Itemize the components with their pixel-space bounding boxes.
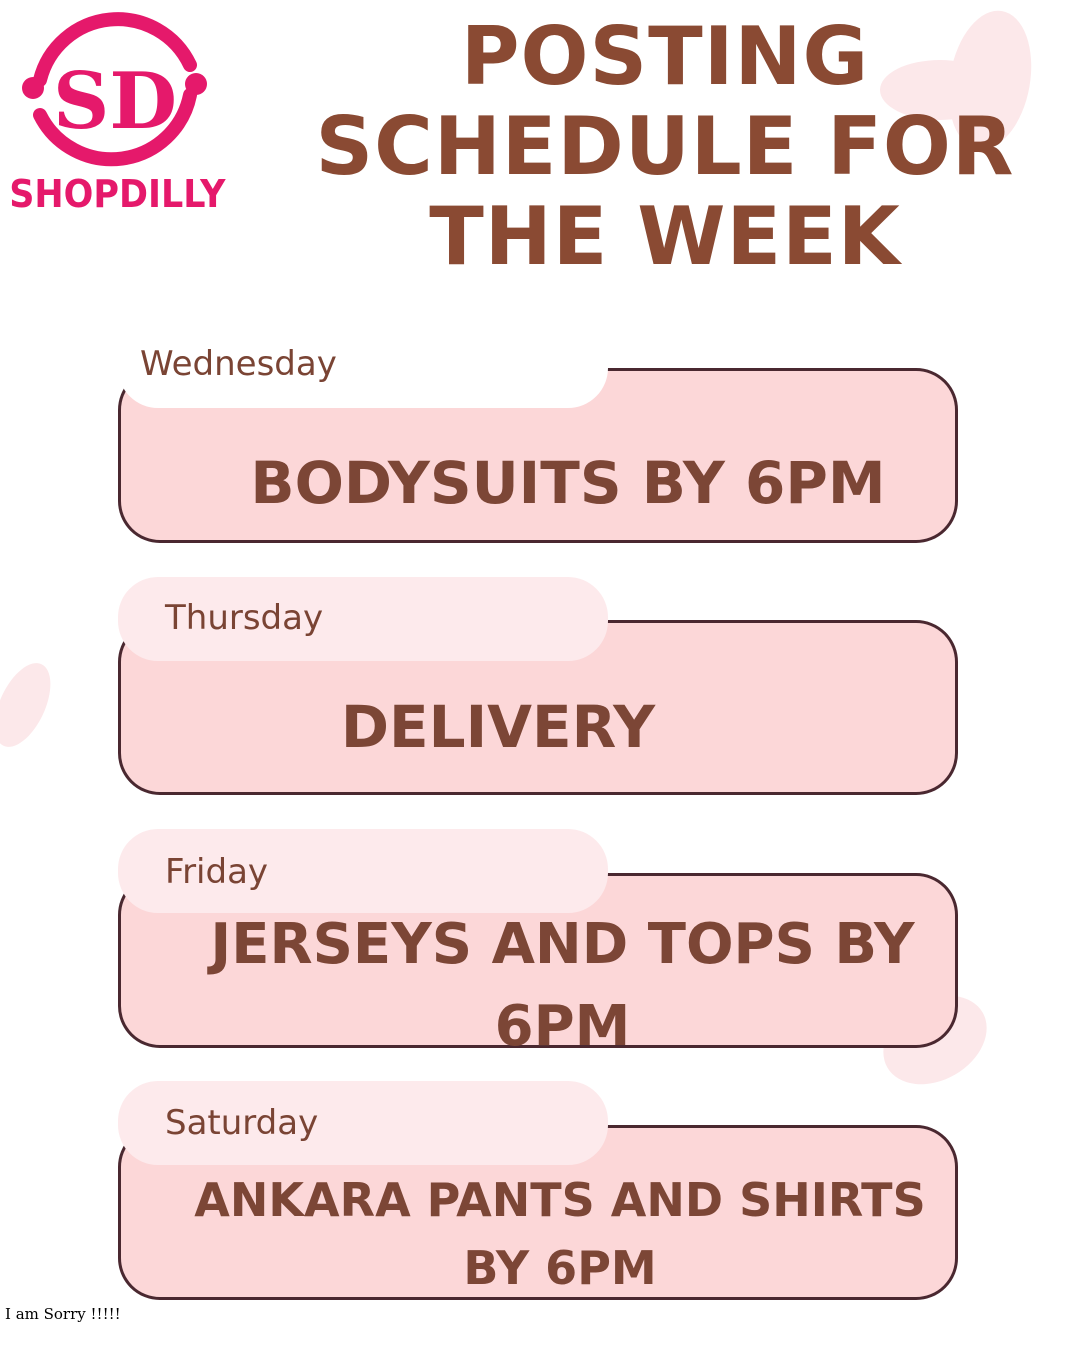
- heart-decoration: [0, 654, 62, 756]
- task-text: DELIVERY: [340, 693, 656, 761]
- brand-name: SHOPDILLY: [9, 172, 226, 216]
- day-label: Thursday: [165, 598, 324, 638]
- title-line: SCHEDULE FOR: [315, 100, 1015, 193]
- title-line: THE WEEK: [429, 190, 901, 283]
- task-text: BODYSUITS BY 6PM: [250, 449, 886, 517]
- task-text: ANKARA PANTS AND SHIRTS BY 6PM: [194, 1173, 926, 1295]
- day-label: Saturday: [165, 1103, 319, 1143]
- title-line: POSTING: [460, 10, 870, 103]
- task-text: JERSEYS AND TOPS BY 6PM: [210, 912, 915, 1059]
- footer-note: I am Sorry !!!!!: [5, 1305, 121, 1323]
- day-label: Wednesday: [140, 344, 337, 384]
- page-title: POSTING SCHEDULE FOR THE WEEK: [250, 12, 1080, 282]
- day-label: Friday: [165, 852, 269, 892]
- svg-text:SD: SD: [53, 56, 177, 147]
